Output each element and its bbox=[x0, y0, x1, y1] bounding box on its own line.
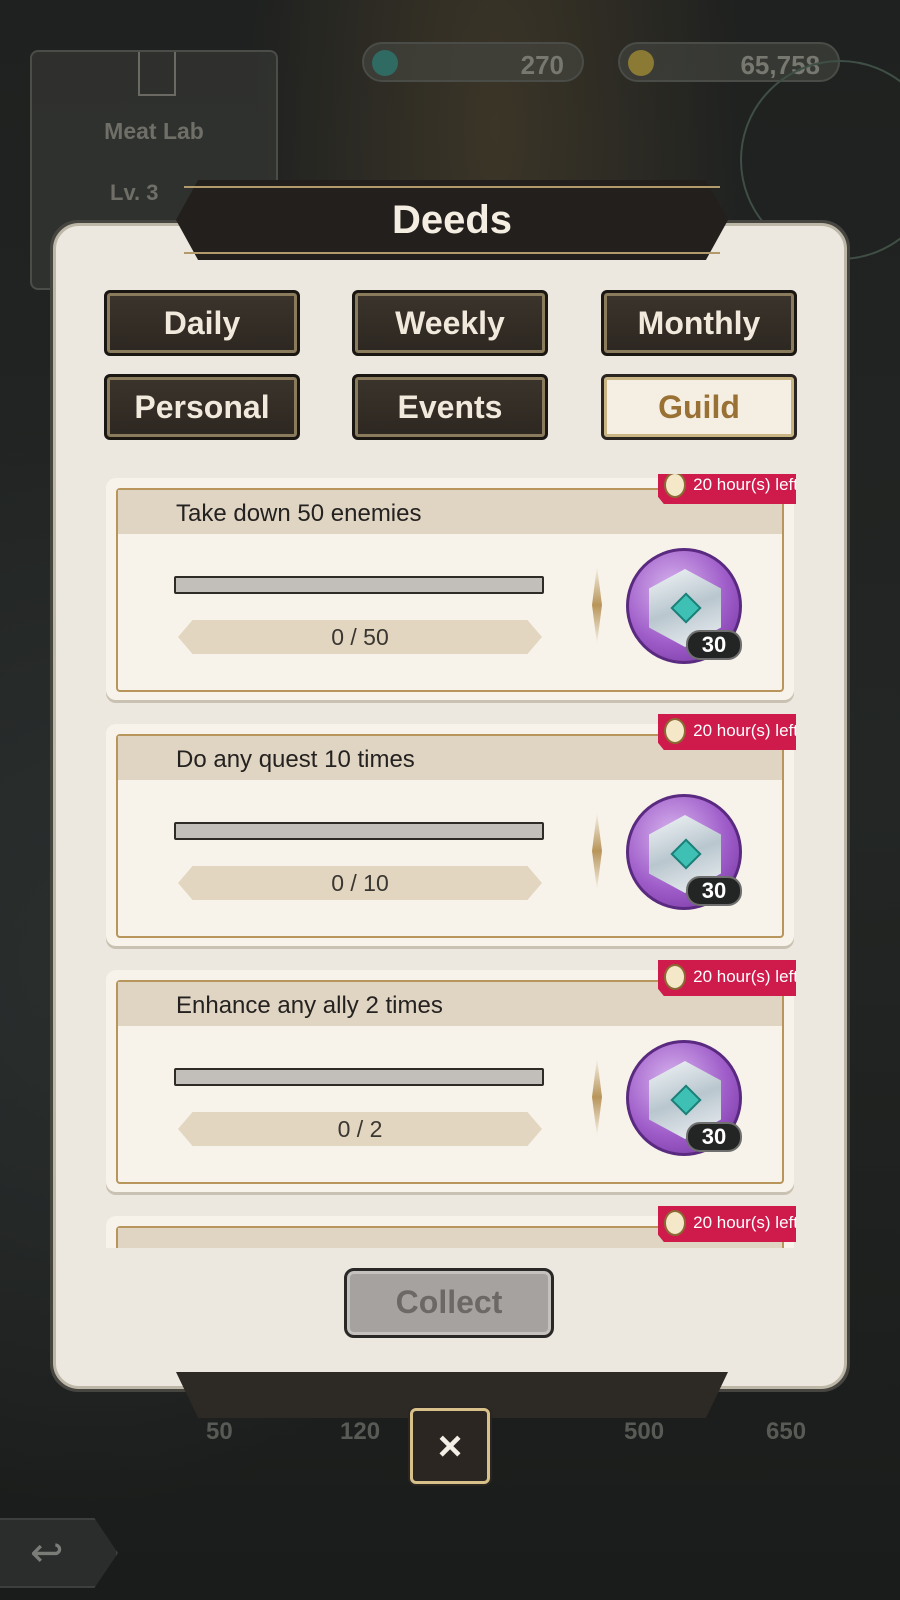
quest-card: 20 hour(s) left bbox=[106, 1206, 796, 1248]
background-milestone: 650 bbox=[766, 1418, 807, 1445]
background-building-level: Lv. 3 bbox=[110, 180, 159, 205]
reward-count: 30 bbox=[686, 1122, 742, 1152]
time-left-text: 20 hour(s) left bbox=[693, 721, 796, 740]
quest-card: Enhance any ally 2 times 20 hour(s) left… bbox=[106, 960, 796, 1192]
time-left-text: 20 hour(s) left bbox=[693, 475, 796, 494]
hourglass-icon bbox=[664, 964, 686, 990]
background-gem-counter: 270 bbox=[362, 42, 584, 82]
time-left-text: 20 hour(s) left bbox=[693, 1213, 796, 1232]
reward-count: 30 bbox=[686, 630, 742, 660]
banner-icon bbox=[138, 52, 176, 96]
collect-button[interactable]: Collect bbox=[344, 1268, 554, 1338]
quest-list[interactable]: Take down 50 enemies 20 hour(s) left 0 /… bbox=[106, 474, 796, 1248]
back-arrow-icon: ↩ bbox=[0, 1518, 118, 1588]
hourglass-icon bbox=[664, 1210, 686, 1236]
background-milestone: 500 bbox=[624, 1418, 665, 1445]
dialog-title: Deeds bbox=[391, 198, 513, 242]
tab-weekly[interactable]: Weekly bbox=[352, 290, 548, 356]
quest-title: Do any quest 10 times bbox=[176, 746, 415, 773]
quest-card: Do any quest 10 times 20 hour(s) left 0 … bbox=[106, 714, 796, 946]
tab-personal[interactable]: Personal bbox=[104, 374, 300, 440]
hourglass-icon bbox=[664, 718, 686, 744]
gem-count: 270 bbox=[520, 50, 564, 80]
time-left-badge: 20 hour(s) left bbox=[658, 960, 796, 996]
progress-text: 0 / 2 bbox=[178, 1112, 542, 1146]
quest-title: Take down 50 enemies bbox=[176, 500, 422, 527]
gem-resource-icon bbox=[372, 50, 398, 76]
progress-text: 0 / 50 bbox=[178, 620, 542, 654]
hourglass-icon bbox=[664, 474, 686, 498]
tab-monthly[interactable]: Monthly bbox=[601, 290, 797, 356]
quest-card: Take down 50 enemies 20 hour(s) left 0 /… bbox=[106, 474, 796, 700]
tab-guild[interactable]: Guild bbox=[601, 374, 797, 440]
progress-text: 0 / 10 bbox=[178, 866, 542, 900]
background-milestone: 120 bbox=[340, 1418, 381, 1445]
time-left-badge: 20 hour(s) left bbox=[658, 714, 796, 750]
quest-title: Enhance any ally 2 times bbox=[176, 992, 443, 1019]
time-left-text: 20 hour(s) left bbox=[693, 967, 796, 986]
close-icon: × bbox=[437, 1422, 463, 1469]
background-building-name: Meat Lab bbox=[104, 118, 204, 144]
time-left-badge: 20 hour(s) left bbox=[658, 1206, 796, 1242]
time-left-badge: 20 hour(s) left bbox=[658, 474, 796, 504]
tab-events[interactable]: Events bbox=[352, 374, 548, 440]
tab-daily[interactable]: Daily bbox=[104, 290, 300, 356]
gold-coin-icon bbox=[628, 50, 654, 76]
progress-bar bbox=[174, 576, 544, 594]
background-milestone: 50 bbox=[206, 1418, 233, 1445]
progress-bar bbox=[174, 1068, 544, 1086]
close-button[interactable]: × bbox=[410, 1408, 490, 1484]
reward-count: 30 bbox=[686, 876, 742, 906]
progress-bar bbox=[174, 822, 544, 840]
